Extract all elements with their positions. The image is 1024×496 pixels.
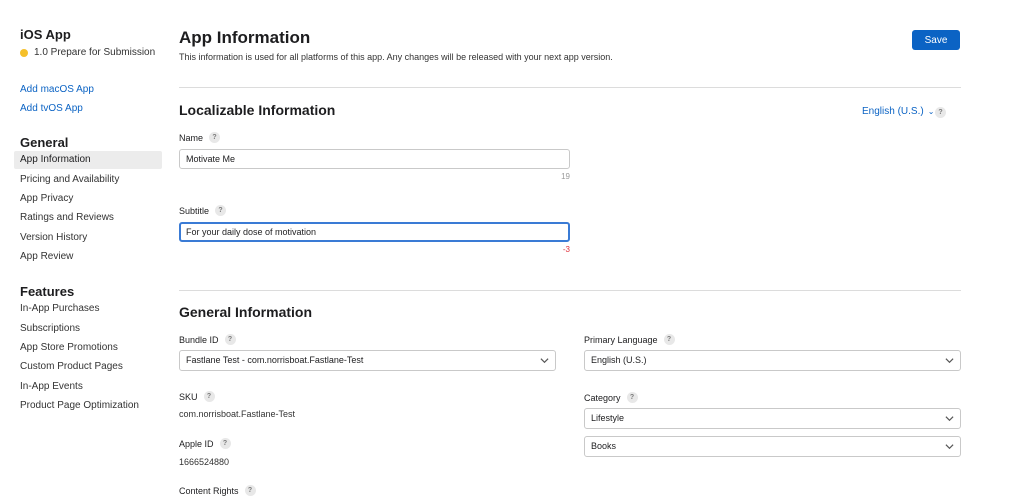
help-icon[interactable]: ? — [203, 391, 215, 402]
primary-language-label: Primary Language ? — [584, 334, 675, 345]
general-information-heading: General Information — [179, 304, 313, 320]
primary-language-select[interactable]: English (U.S.) — [584, 350, 961, 371]
help-icon[interactable]: ? — [224, 334, 236, 345]
subtitle-input[interactable]: For your daily dose of motivation — [179, 222, 570, 242]
bundle-id-label: Bundle ID ? — [179, 334, 236, 345]
language-selector[interactable]: English (U.S.) ⌄ — [862, 106, 934, 117]
help-icon[interactable]: ? — [219, 438, 231, 449]
divider — [179, 290, 961, 291]
bundle-id-value: Fastlane Test - com.norrisboat.Fastlane-… — [186, 355, 364, 365]
chevron-down-icon — [945, 416, 954, 422]
page-description: This information is used for all platfor… — [179, 52, 613, 62]
features-heading: Features — [20, 284, 75, 299]
add-macos-app-link[interactable]: Add macOS App — [20, 84, 94, 95]
nav-item-pricing-availability[interactable]: Pricing and Availability — [14, 171, 162, 189]
secondary-category-value: Books — [591, 441, 617, 451]
save-button[interactable]: Save — [912, 30, 960, 50]
chevron-down-icon — [945, 358, 954, 364]
apple-id-value: 1666524880 — [179, 457, 230, 467]
main-content: App Information This information is used… — [179, 0, 961, 496]
version-status-label: 1.0 Prepare for Submission — [34, 47, 156, 58]
chevron-down-icon — [540, 358, 549, 364]
apple-id-label: Apple ID ? — [179, 438, 231, 449]
name-input[interactable]: Motivate Me — [179, 149, 570, 169]
sidebar: iOS App 1.0 Prepare for Submission Add m… — [0, 0, 170, 493]
content-rights-label: Content Rights ? — [179, 485, 256, 496]
subtitle-label-text: Subtitle — [179, 205, 210, 216]
name-char-counter: 19 — [561, 172, 570, 181]
bundle-id-select[interactable]: Fastlane Test - com.norrisboat.Fastlane-… — [179, 350, 556, 371]
secondary-category-select[interactable]: Books — [584, 436, 961, 457]
divider — [179, 87, 961, 88]
nav-item-version-history[interactable]: Version History — [14, 229, 162, 247]
sku-label: SKU ? — [179, 391, 215, 402]
nav-item-ratings-reviews[interactable]: Ratings and Reviews — [14, 209, 162, 227]
nav-item-product-page-optimization[interactable]: Product Page Optimization — [14, 397, 162, 415]
nav-item-subscriptions[interactable]: Subscriptions — [14, 320, 162, 338]
apple-id-label-text: Apple ID — [179, 438, 214, 449]
status-dot-icon — [20, 48, 28, 57]
add-tvos-app-link[interactable]: Add tvOS App — [20, 103, 83, 114]
primary-category-value: Lifestyle — [591, 413, 625, 423]
nav-item-app-review[interactable]: App Review — [14, 248, 162, 266]
category-label: Category ? — [584, 392, 638, 403]
subtitle-label: Subtitle ? — [179, 205, 227, 216]
localizable-heading: Localizable Information — [179, 102, 336, 118]
chevron-down-icon — [945, 444, 954, 450]
nav-item-in-app-purchases[interactable]: In-App Purchases — [14, 300, 162, 318]
bundle-id-label-text: Bundle ID — [179, 334, 219, 345]
name-label-text: Name — [179, 132, 204, 143]
primary-category-select[interactable]: Lifestyle — [584, 408, 961, 429]
help-icon[interactable]: ? — [663, 334, 675, 345]
app-title[interactable]: iOS App — [20, 27, 71, 42]
sku-value: com.norrisboat.Fastlane-Test — [179, 409, 296, 419]
content-rights-label-text: Content Rights — [179, 485, 239, 496]
nav-item-in-app-events[interactable]: In-App Events — [14, 378, 162, 396]
chevron-down-icon: ⌄ — [927, 107, 935, 116]
nav-item-app-information[interactable]: App Information — [14, 151, 162, 169]
help-icon[interactable]: ? — [935, 107, 946, 118]
sku-label-text: SKU — [179, 391, 198, 402]
help-icon[interactable]: ? — [626, 392, 638, 403]
help-icon[interactable]: ? — [215, 205, 227, 216]
primary-language-label-text: Primary Language — [584, 334, 658, 345]
general-heading: General — [20, 135, 69, 150]
name-label: Name ? — [179, 132, 221, 143]
help-icon[interactable]: ? — [209, 132, 221, 143]
language-selector-label: English (U.S.) — [862, 106, 924, 117]
primary-language-value: English (U.S.) — [591, 355, 647, 365]
category-label-text: Category — [584, 392, 621, 403]
page-title: App Information — [179, 28, 311, 47]
nav-item-custom-product-pages[interactable]: Custom Product Pages — [14, 358, 162, 376]
help-icon[interactable]: ? — [244, 485, 256, 496]
version-status[interactable]: 1.0 Prepare for Submission — [20, 47, 155, 58]
nav-item-app-privacy[interactable]: App Privacy — [14, 190, 162, 208]
subtitle-char-counter: -3 — [562, 245, 570, 254]
nav-item-app-store-promotions[interactable]: App Store Promotions — [14, 339, 162, 357]
